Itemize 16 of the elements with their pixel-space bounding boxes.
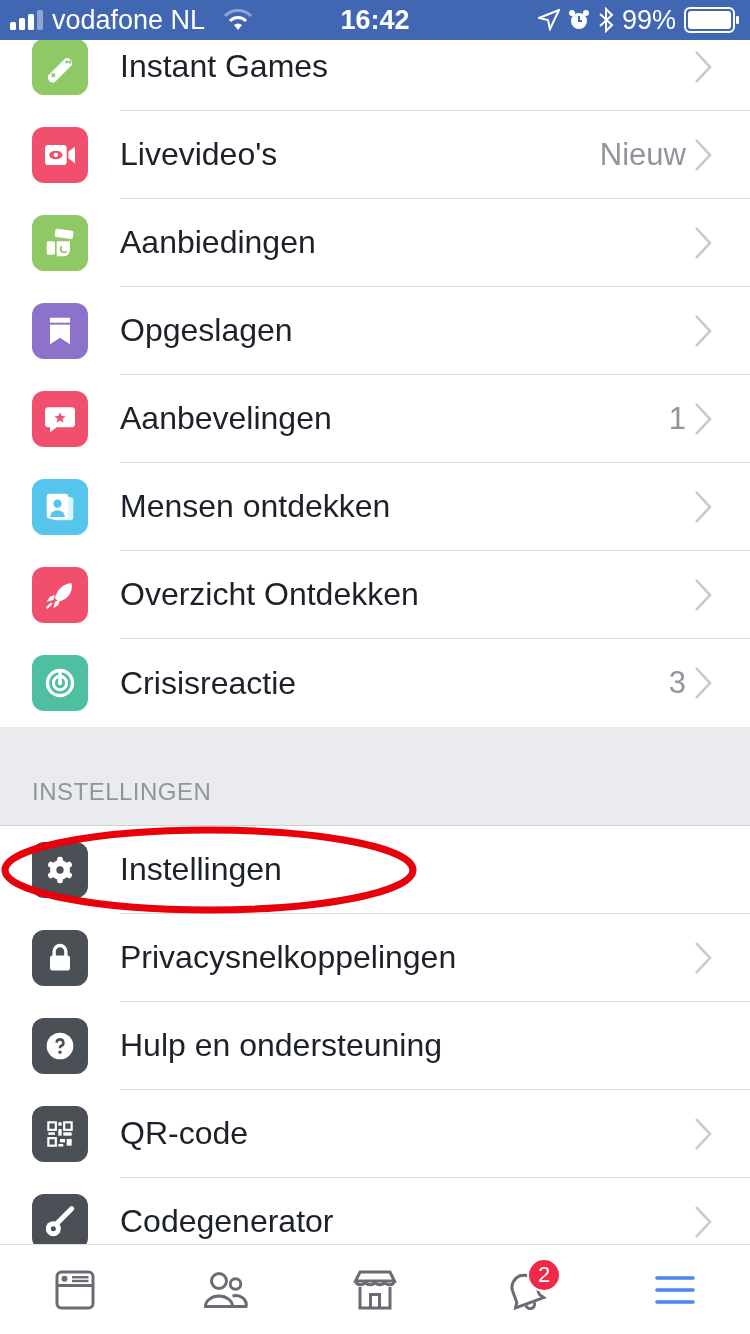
notification-badge: 2	[527, 1257, 561, 1292]
menu-item[interactable]: Instellingen	[0, 826, 750, 914]
carrier-name: vodafone NL	[52, 4, 206, 36]
clock-time: 16:42	[340, 4, 410, 36]
item-count: Nieuw	[599, 136, 686, 173]
battery-percentage: 99%	[621, 4, 676, 36]
section-header: INSTELLINGEN	[0, 727, 750, 826]
notifications-tab[interactable]: 2	[450, 1245, 600, 1334]
item-count: 1	[668, 400, 686, 437]
location-arrow-icon	[537, 9, 560, 31]
bluetooth-icon	[597, 7, 614, 33]
item-count: 3	[668, 665, 686, 701]
battery-icon	[684, 7, 740, 33]
wifi-icon	[223, 9, 254, 31]
alarm-clock-icon	[567, 9, 590, 31]
signal-icon	[10, 10, 44, 30]
